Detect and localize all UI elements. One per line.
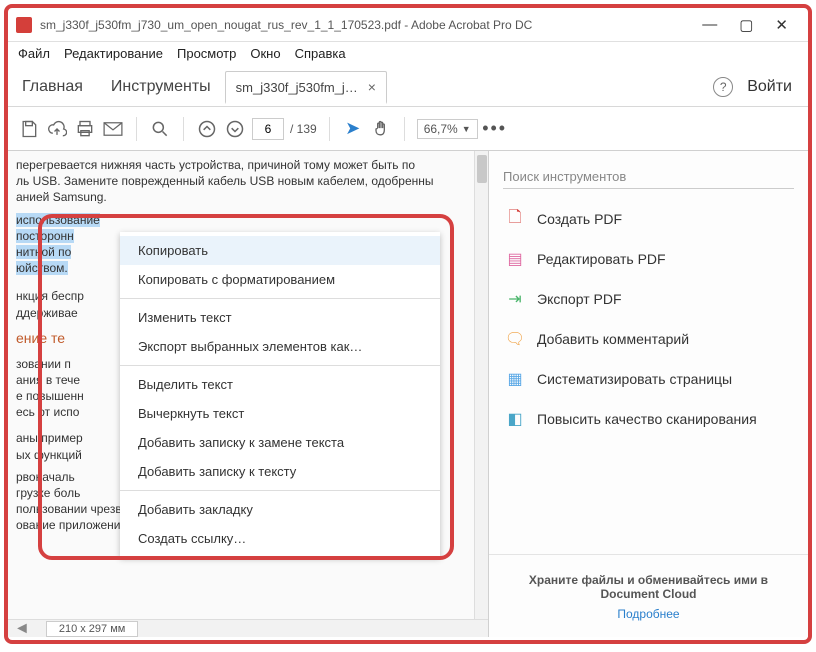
context-menu: Копировать Копировать с форматированием … <box>120 232 440 557</box>
context-strikethrough[interactable]: Вычеркнуть текст <box>120 399 440 428</box>
more-icon[interactable]: ••• <box>484 118 506 140</box>
context-copy-formatting[interactable]: Копировать с форматированием <box>120 265 440 294</box>
window-title: sm_j330f_j530fm_j730_um_open_nougat_rus_… <box>40 18 532 32</box>
doc-line: анией Samsung. <box>16 189 480 205</box>
create-pdf-icon: 🗋 <box>505 209 525 229</box>
tab-tools[interactable]: Инструменты <box>97 70 225 104</box>
select-cursor-icon[interactable]: ➤ <box>342 118 364 140</box>
selected-text: посторонн <box>16 229 74 243</box>
menu-separator <box>120 365 440 366</box>
horizontal-scrollbar[interactable]: ◄ 210 x 297 мм <box>8 619 488 637</box>
menu-edit[interactable]: Редактирование <box>64 46 163 61</box>
tool-enhance-scan[interactable]: ◧ Повысить качество сканирования <box>489 399 808 439</box>
doc-line: ль USB. Замените поврежденный кабель USB… <box>16 173 480 189</box>
tool-organize[interactable]: ▦ Систематизировать страницы <box>489 359 808 399</box>
tools-pane: Поиск инструментов 🗋 Создать PDF ▤ Редакти… <box>488 151 808 637</box>
tools-search-placeholder: Поиск инструментов <box>503 169 626 184</box>
tool-comment[interactable]: 🗨 Добавить комментарий <box>489 319 808 359</box>
context-export-selection[interactable]: Экспорт выбранных элементов как… <box>120 332 440 361</box>
close-tab-icon[interactable]: × <box>368 79 376 95</box>
zoom-value: 66,7% <box>424 122 458 136</box>
zoom-dropdown[interactable]: 66,7% ▼ <box>417 119 478 139</box>
search-icon[interactable] <box>149 118 171 140</box>
menu-view[interactable]: Просмотр <box>177 46 236 61</box>
context-copy[interactable]: Копировать <box>120 236 440 265</box>
app-icon <box>16 17 32 33</box>
page-size-label: 210 x 297 мм <box>46 621 139 637</box>
scrollbar-thumb[interactable] <box>477 155 487 183</box>
page-up-icon[interactable] <box>196 118 218 140</box>
vertical-scrollbar[interactable] <box>474 151 488 619</box>
tool-create-pdf[interactable]: 🗋 Создать PDF <box>489 199 808 239</box>
close-window-icon[interactable]: ✕ <box>775 16 788 34</box>
page-total-label: / 139 <box>290 122 317 136</box>
tool-label: Экспорт PDF <box>537 291 622 307</box>
save-icon[interactable] <box>18 118 40 140</box>
tool-export-pdf[interactable]: ⇥ Экспорт PDF <box>489 279 808 319</box>
tab-document[interactable]: sm_j330f_j530fm_j… × <box>225 71 387 104</box>
titlebar: sm_j330f_j530fm_j730_um_open_nougat_rus_… <box>8 8 808 42</box>
tab-document-label: sm_j330f_j530fm_j… <box>236 80 358 95</box>
doc-line: перегревается нижняя часть устройства, п… <box>16 157 480 173</box>
hand-icon[interactable] <box>370 118 392 140</box>
export-pdf-icon: ⇥ <box>505 289 525 309</box>
context-text-note[interactable]: Добавить записку к тексту <box>120 457 440 486</box>
mail-icon[interactable] <box>102 118 124 140</box>
context-replace-note[interactable]: Добавить записку к замене текста <box>120 428 440 457</box>
enhance-icon: ◧ <box>505 409 525 429</box>
tab-home[interactable]: Главная <box>8 70 97 104</box>
comment-icon: 🗨 <box>505 329 525 349</box>
menu-file[interactable]: Файл <box>18 46 50 61</box>
selected-text: юйством. <box>16 261 68 275</box>
maximize-icon[interactable]: ▢ <box>739 16 753 34</box>
tool-label: Создать PDF <box>537 211 622 227</box>
context-edit-text[interactable]: Изменить текст <box>120 303 440 332</box>
selected-text: использование <box>16 213 100 227</box>
menu-help[interactable]: Справка <box>295 46 346 61</box>
menu-window[interactable]: Окно <box>250 46 280 61</box>
toolbar: / 139 ➤ 66,7% ▼ ••• <box>8 107 808 151</box>
tool-edit-pdf[interactable]: ▤ Редактировать PDF <box>489 239 808 279</box>
print-icon[interactable] <box>74 118 96 140</box>
tool-label: Повысить качество сканирования <box>537 411 757 427</box>
organize-icon: ▦ <box>505 369 525 389</box>
appbar: Главная Инструменты sm_j330f_j530fm_j… ×… <box>8 67 808 107</box>
cloud-promo: Храните файлы и обменивайтесь ими в Docu… <box>489 554 808 637</box>
tool-label: Редактировать PDF <box>537 251 666 267</box>
page-number-input[interactable] <box>252 118 284 140</box>
tools-search-input[interactable]: Поиск инструментов <box>503 165 794 189</box>
cloud-icon[interactable] <box>46 118 68 140</box>
context-add-bookmark[interactable]: Добавить закладку <box>120 495 440 524</box>
chevron-down-icon: ▼ <box>462 124 471 134</box>
selected-text: нитной по <box>16 245 71 259</box>
cloud-title: Храните файлы и обменивайтесь ими в Docu… <box>503 573 794 601</box>
tool-label: Добавить комментарий <box>537 331 689 347</box>
edit-pdf-icon: ▤ <box>505 249 525 269</box>
menu-separator <box>120 298 440 299</box>
minimize-icon[interactable]: — <box>702 16 717 34</box>
tool-label: Систематизировать страницы <box>537 371 732 387</box>
help-icon[interactable]: ? <box>713 77 733 97</box>
menu-separator <box>120 490 440 491</box>
cloud-more-link[interactable]: Подробнее <box>503 607 794 621</box>
scroll-left-icon[interactable]: ◄ <box>8 620 36 638</box>
context-highlight[interactable]: Выделить текст <box>120 370 440 399</box>
page-down-icon[interactable] <box>224 118 246 140</box>
menubar: Файл Редактирование Просмотр Окно Справк… <box>8 42 808 67</box>
context-create-link[interactable]: Создать ссылку… <box>120 524 440 553</box>
signin-button[interactable]: Войти <box>747 78 792 96</box>
